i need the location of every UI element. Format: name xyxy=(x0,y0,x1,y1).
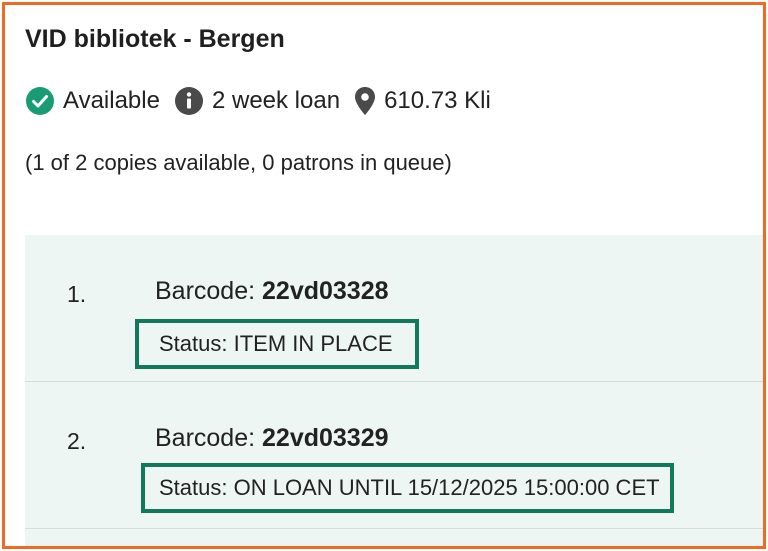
item-number: 1. xyxy=(67,281,87,307)
info-circle-icon xyxy=(174,86,204,116)
list-item: 1. Barcode: 22vd03328 Status: ITEM IN PL… xyxy=(25,235,763,382)
call-number-label: 610.73 Kli xyxy=(384,87,491,114)
loan-policy[interactable]: 2 week loan xyxy=(174,86,340,116)
item-number: 2. xyxy=(67,428,87,454)
map-pin-icon xyxy=(354,86,376,116)
status-badge: Status: ON LOAN UNTIL 15/12/2025 15:00:0… xyxy=(141,463,674,513)
status-badge: Status: ITEM IN PLACE xyxy=(135,319,419,369)
holding-info-row: Available 2 week loan 610.73 Kli xyxy=(25,84,505,118)
item-barcode: Barcode: 22vd03328 xyxy=(155,277,389,306)
barcode-value: 22vd03329 xyxy=(262,424,389,452)
item-barcode: Barcode: 22vd03329 xyxy=(155,424,389,453)
call-number: 610.73 Kli xyxy=(354,86,491,116)
loan-policy-label: 2 week loan xyxy=(211,87,341,114)
availability-summary: (1 of 2 copies available, 0 patrons in q… xyxy=(25,150,452,175)
location-title: VID bibliotek - Bergen xyxy=(25,25,285,53)
barcode-value: 22vd03328 xyxy=(262,277,389,305)
barcode-label: Barcode: xyxy=(155,277,263,305)
availability-label: Available xyxy=(63,87,160,114)
highlight-frame: VID bibliotek - Bergen Available 2 week … xyxy=(2,2,766,549)
availability-status: Available xyxy=(25,86,160,116)
check-circle-icon xyxy=(25,86,55,116)
items-list: 1. Barcode: 22vd03328 Status: ITEM IN PL… xyxy=(25,235,763,546)
list-item: 2. Barcode: 22vd03329 Status: ON LOAN UN… xyxy=(25,382,763,529)
barcode-label: Barcode: xyxy=(155,424,263,452)
